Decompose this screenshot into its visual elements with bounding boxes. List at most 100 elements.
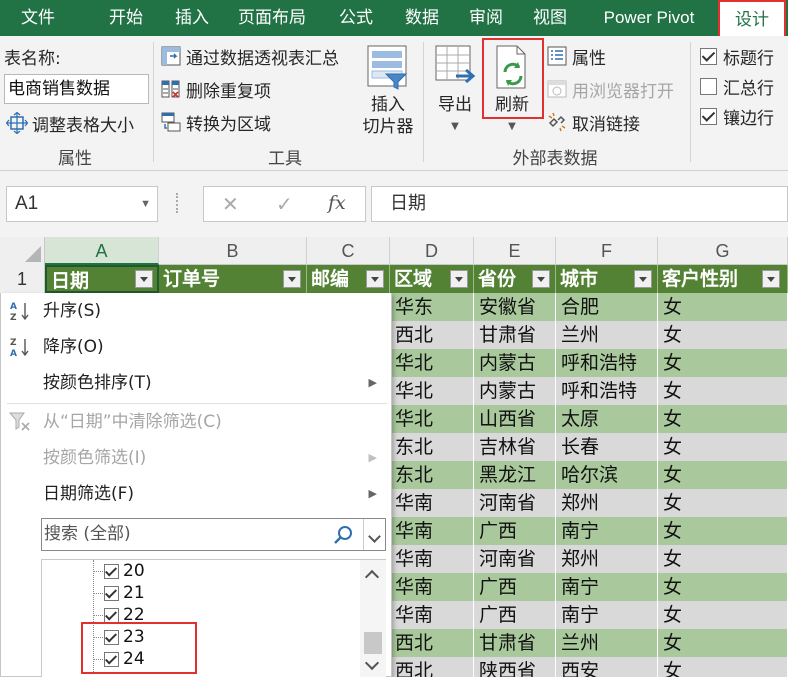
region-cell[interactable]: 东北 bbox=[390, 461, 474, 489]
total-row-checkbox[interactable]: 汇总行 bbox=[700, 72, 774, 100]
city-cell[interactable]: 合肥 bbox=[556, 293, 658, 321]
province-cell[interactable]: 内蒙古 bbox=[474, 377, 556, 405]
column-header-d[interactable]: D bbox=[390, 237, 474, 265]
tree-scrollbar[interactable] bbox=[360, 560, 386, 677]
city-filter-dropdown-icon[interactable] bbox=[634, 270, 652, 288]
scroll-thumb[interactable] bbox=[364, 632, 382, 654]
gender-cell[interactable]: 女 bbox=[658, 461, 788, 489]
sort-ascending-item[interactable]: AZ 升序(S) bbox=[1, 294, 391, 328]
refresh-button[interactable]: 刷新 ▼ bbox=[487, 44, 537, 138]
gender-cell[interactable]: 女 bbox=[658, 657, 788, 677]
resize-table-button[interactable]: 调整表格大小 bbox=[5, 109, 134, 137]
header-cell-date[interactable]: 日期 bbox=[45, 265, 159, 293]
tab-power-pivot[interactable]: Power Pivot bbox=[590, 0, 708, 36]
column-header-c[interactable]: C bbox=[307, 237, 390, 265]
enter-icon[interactable]: ✓ bbox=[276, 192, 293, 216]
tab-design[interactable]: 设计 bbox=[718, 0, 786, 37]
column-header-e[interactable]: E bbox=[474, 237, 556, 265]
city-cell[interactable]: 郑州 bbox=[556, 545, 658, 573]
tree-item-24[interactable]: 24 bbox=[104, 648, 145, 670]
header-cell-postcode[interactable]: 邮编 bbox=[307, 265, 390, 293]
open-in-browser-button[interactable]: 用浏览器打开 bbox=[546, 75, 674, 103]
province-cell[interactable]: 黑龙江 bbox=[474, 461, 556, 489]
unlink-button[interactable]: 取消链接 bbox=[546, 108, 640, 136]
tab-view[interactable]: 视图 bbox=[520, 0, 580, 36]
tree-item-21[interactable]: 21 bbox=[104, 582, 145, 604]
city-cell[interactable]: 郑州 bbox=[556, 489, 658, 517]
export-button[interactable]: 导出 ▼ bbox=[430, 44, 480, 138]
tree-item-checkbox[interactable] bbox=[104, 563, 119, 579]
search-dropdown-icon[interactable] bbox=[363, 519, 385, 550]
select-all-corner[interactable] bbox=[0, 237, 45, 265]
filter-by-color-item[interactable]: 按颜色筛选(I) ▶ bbox=[1, 441, 391, 475]
table-name-input[interactable]: 电商销售数据 bbox=[4, 74, 149, 104]
total-row-check-icon[interactable] bbox=[700, 77, 717, 95]
region-filter-dropdown-icon[interactable] bbox=[450, 270, 468, 288]
header-row-checkbox[interactable]: 标题行 bbox=[700, 42, 774, 70]
banded-rows-checkbox[interactable]: 镶边行 bbox=[700, 102, 774, 130]
gender-cell[interactable]: 女 bbox=[658, 545, 788, 573]
city-cell[interactable]: 呼和浩特 bbox=[556, 349, 658, 377]
header-cell-order-id[interactable]: 订单号 bbox=[159, 265, 307, 293]
header-cell-region[interactable]: 区域 bbox=[390, 265, 474, 293]
tree-item-checkbox[interactable] bbox=[104, 607, 119, 623]
header-cell-city[interactable]: 城市 bbox=[556, 265, 658, 293]
gender-cell[interactable]: 女 bbox=[658, 433, 788, 461]
tree-item-checkbox[interactable] bbox=[104, 629, 119, 645]
gender-filter-dropdown-icon[interactable] bbox=[762, 270, 780, 288]
tree-item-20[interactable]: 20 bbox=[104, 560, 145, 582]
gender-cell[interactable]: 女 bbox=[658, 517, 788, 545]
region-cell[interactable]: 西北 bbox=[390, 629, 474, 657]
tab-home[interactable]: 开始 bbox=[96, 0, 156, 36]
province-cell[interactable]: 陕西省 bbox=[474, 657, 556, 677]
tree-item-22[interactable]: 22 bbox=[104, 604, 145, 626]
summarize-pivot-button[interactable]: 通过数据透视表汇总 bbox=[160, 42, 339, 70]
row-header-1[interactable]: 1 bbox=[0, 265, 45, 293]
region-cell[interactable]: 华南 bbox=[390, 489, 474, 517]
region-cell[interactable]: 华北 bbox=[390, 405, 474, 433]
gender-cell[interactable]: 女 bbox=[658, 405, 788, 433]
tree-item-23[interactable]: 23 bbox=[104, 626, 145, 648]
header-cell-gender[interactable]: 客户性别 bbox=[658, 265, 788, 293]
city-cell[interactable]: 哈尔滨 bbox=[556, 461, 658, 489]
province-filter-dropdown-icon[interactable] bbox=[532, 270, 550, 288]
tree-item-checkbox[interactable] bbox=[104, 585, 119, 601]
column-header-b[interactable]: B bbox=[159, 237, 307, 265]
column-header-a[interactable]: A bbox=[45, 237, 159, 265]
search-icon[interactable] bbox=[333, 524, 355, 546]
region-cell[interactable]: 华南 bbox=[390, 573, 474, 601]
province-cell[interactable]: 河南省 bbox=[474, 545, 556, 573]
scroll-up-icon[interactable] bbox=[364, 569, 380, 585]
province-cell[interactable]: 河南省 bbox=[474, 489, 556, 517]
tab-insert[interactable]: 插入 bbox=[162, 0, 222, 36]
gender-cell[interactable]: 女 bbox=[658, 629, 788, 657]
city-cell[interactable]: 南宁 bbox=[556, 601, 658, 629]
city-cell[interactable]: 长春 bbox=[556, 433, 658, 461]
name-box-dropdown-icon[interactable]: ▼ bbox=[140, 187, 151, 221]
province-cell[interactable]: 吉林省 bbox=[474, 433, 556, 461]
province-cell[interactable]: 广西 bbox=[474, 517, 556, 545]
insert-slicer-button[interactable]: 插入 切片器 bbox=[358, 44, 418, 138]
region-cell[interactable]: 华北 bbox=[390, 377, 474, 405]
date-filters-item[interactable]: 日期筛选(F) ▶ bbox=[1, 477, 391, 511]
tab-file[interactable]: 文件 bbox=[8, 0, 68, 36]
convert-to-range-button[interactable]: 转换为区域 bbox=[160, 108, 271, 136]
tree-item-checkbox[interactable] bbox=[104, 651, 119, 667]
header-row-check-icon[interactable] bbox=[700, 47, 717, 65]
city-cell[interactable]: 南宁 bbox=[556, 517, 658, 545]
table-properties-button[interactable]: 属性 bbox=[546, 42, 606, 70]
sort-descending-item[interactable]: ZA 降序(O) bbox=[1, 330, 391, 364]
region-cell[interactable]: 华南 bbox=[390, 517, 474, 545]
tab-review[interactable]: 审阅 bbox=[458, 0, 514, 36]
gender-cell[interactable]: 女 bbox=[658, 489, 788, 517]
city-cell[interactable]: 兰州 bbox=[556, 629, 658, 657]
postcode-filter-dropdown-icon[interactable] bbox=[366, 270, 384, 288]
gender-cell[interactable]: 女 bbox=[658, 573, 788, 601]
gender-cell[interactable]: 女 bbox=[658, 377, 788, 405]
region-cell[interactable]: 华东 bbox=[390, 293, 474, 321]
formula-bar-grip[interactable] bbox=[176, 193, 180, 213]
province-cell[interactable]: 安徽省 bbox=[474, 293, 556, 321]
formula-input[interactable]: 日期 bbox=[371, 186, 788, 222]
province-cell[interactable]: 甘肃省 bbox=[474, 629, 556, 657]
gender-cell[interactable]: 女 bbox=[658, 321, 788, 349]
